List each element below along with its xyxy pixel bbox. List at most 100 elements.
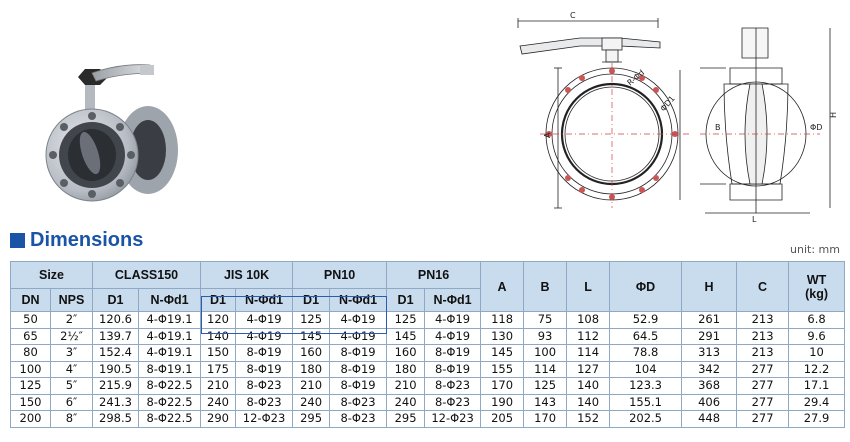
cell-pn10-d1: 145 — [292, 327, 331, 345]
table-row: 65 2½″ 139.7 4-Φ19.1 140 4-Φ19 145 4-Φ19 145 4-Φ1… — [10, 327, 846, 345]
cell-pn16-nd: 8-Φ23 — [424, 393, 482, 411]
subheader-pn10-nd1: N-Φd1 — [329, 288, 388, 312]
cell-l: 112 — [566, 327, 611, 345]
cell-pn16-d1: 180 — [386, 360, 426, 378]
cell-nps: 2″ — [49, 311, 94, 329]
header-pn16: PN16 — [386, 261, 482, 289]
cell-pn16-d1: 145 — [386, 327, 426, 345]
cell-nps: 2½″ — [49, 327, 94, 345]
cell-jis-nd: 8-Φ23 — [235, 377, 294, 395]
cell-wt: 6.8 — [788, 311, 846, 329]
subheader-nps: NPS — [49, 288, 94, 312]
header-phid: ΦD — [609, 261, 683, 312]
cell-h: 368 — [681, 377, 738, 395]
cell-wt: 10 — [788, 344, 846, 362]
cell-c150-d1: 190.5 — [92, 360, 140, 378]
cell-jis-nd: 12-Φ23 — [235, 410, 294, 428]
subheader-class150-d1: D1 — [92, 288, 140, 312]
table-row: 50 2″ 120.6 4-Φ19.1 120 4-Φ19 125 4-Φ19 125 4-Φ19… — [10, 311, 846, 329]
cell-nps: 8″ — [49, 410, 94, 428]
cell-jis-d1: 240 — [200, 393, 237, 411]
header-c: C — [736, 261, 790, 312]
cell-c150-d1: 215.9 — [92, 377, 140, 395]
subheader-pn16-nd1: N-Φd1 — [424, 288, 482, 312]
cell-c150-d1: 139.7 — [92, 327, 140, 345]
drawing-label-phid1: ΦD1 — [659, 94, 677, 113]
cell-wt: 17.1 — [788, 377, 846, 395]
cell-jis-d1: 140 — [200, 327, 237, 345]
cell-jis-nd: 8-Φ19 — [235, 360, 294, 378]
cell-jis-d1: 290 — [200, 410, 237, 428]
dimensions-title: Dimensions — [30, 228, 144, 251]
heading-square-icon — [10, 232, 25, 248]
cell-jis-nd: 8-Φ23 — [235, 393, 294, 411]
header-wt-label: WT — [806, 272, 827, 287]
cell-dn: 150 — [10, 393, 51, 411]
cell-l: 140 — [566, 393, 611, 411]
cell-wt: 27.9 — [788, 410, 846, 428]
cell-pn10-nd: 4-Φ19 — [329, 327, 388, 345]
header-size: Size — [9, 261, 94, 289]
header-wt: WT (kg) — [788, 261, 846, 312]
cell-a: 118 — [480, 311, 525, 329]
cell-h: 261 — [681, 311, 738, 329]
cell-phid: 104 — [609, 360, 683, 378]
drawing-label-c: C — [570, 11, 576, 20]
cell-phid: 123.3 — [609, 377, 683, 395]
cell-jis-nd: 8-Φ19 — [235, 344, 294, 362]
cell-b: 143 — [523, 393, 568, 411]
header-l: L — [566, 261, 611, 312]
header-wt-unit: (kg) — [805, 286, 828, 301]
cell-jis-d1: 210 — [200, 377, 237, 395]
cell-a: 155 — [480, 360, 525, 378]
cell-phid: 202.5 — [609, 410, 683, 428]
table-row: 200 8″ 298.5 8-Φ22.5 290 12-Φ23 295 8-Φ23 295 12-… — [10, 410, 846, 428]
cell-jis-d1: 120 — [200, 311, 237, 329]
cell-pn16-nd: 12-Φ23 — [424, 410, 482, 428]
table-row: 125 5″ 215.9 8-Φ22.5 210 8-Φ23 210 8-Φ19 210 8-Φ2… — [10, 377, 846, 395]
cell-h: 448 — [681, 410, 738, 428]
cell-dn: 50 — [10, 311, 51, 329]
cell-b: 125 — [523, 377, 568, 395]
cell-l: 152 — [566, 410, 611, 428]
subheader-jis-d1: D1 — [200, 288, 237, 312]
cell-c150-d1: 152.4 — [92, 344, 140, 362]
valve-technical-drawing: C R-Φd A ΦD1 H B L ΦD — [517, 11, 838, 224]
cell-l: 108 — [566, 311, 611, 329]
cell-pn10-d1: 240 — [292, 393, 331, 411]
cell-pn10-nd: 8-Φ19 — [329, 344, 388, 362]
dimensions-heading: Dimensions — [10, 228, 143, 252]
cell-pn10-nd: 4-Φ19 — [329, 311, 388, 329]
drawing-label-phid: ΦD — [810, 123, 822, 132]
cell-c150-d1: 241.3 — [92, 393, 140, 411]
cell-h: 342 — [681, 360, 738, 378]
drawing-label-b: B — [715, 123, 721, 132]
cell-l: 127 — [566, 360, 611, 378]
cell-c: 277 — [736, 360, 790, 378]
drawing-label-h: H — [829, 112, 838, 118]
cell-b: 114 — [523, 360, 568, 378]
cell-phid: 64.5 — [609, 327, 683, 345]
cell-pn10-d1: 160 — [292, 344, 331, 362]
subheader-class150-nd1: N-Φd1 — [138, 288, 202, 312]
cell-pn10-d1: 210 — [292, 377, 331, 395]
table-body: 50 2″ 120.6 4-Φ19.1 120 4-Φ19 125 4-Φ19 125 4-Φ19… — [10, 311, 846, 428]
cell-h: 291 — [681, 327, 738, 345]
cell-c: 277 — [736, 393, 790, 411]
cell-a: 130 — [480, 327, 525, 345]
cell-l: 140 — [566, 377, 611, 395]
cell-pn16-nd: 8-Φ23 — [424, 377, 482, 395]
header-h: H — [681, 261, 738, 312]
unit-label: unit: mm — [790, 243, 840, 256]
cell-c: 277 — [736, 377, 790, 395]
cell-a: 205 — [480, 410, 525, 428]
cell-pn10-nd: 8-Φ19 — [329, 377, 388, 395]
cell-pn16-nd: 4-Φ19 — [424, 327, 482, 345]
cell-nps: 5″ — [49, 377, 94, 395]
cell-pn10-d1: 125 — [292, 311, 331, 329]
cell-c150-d1: 120.6 — [92, 311, 140, 329]
header-jis10k: JIS 10K — [200, 261, 294, 289]
header-class150: CLASS150 — [92, 261, 202, 289]
cell-c150-nd: 8-Φ22.5 — [138, 410, 202, 428]
cell-pn16-nd: 8-Φ19 — [424, 344, 482, 362]
